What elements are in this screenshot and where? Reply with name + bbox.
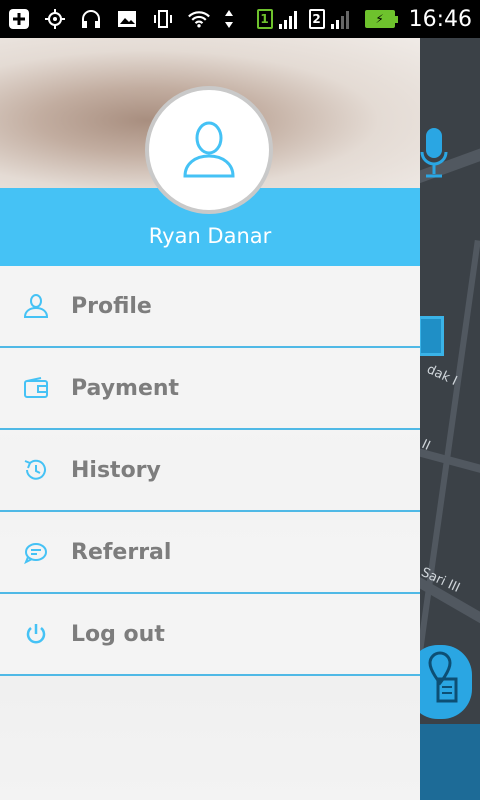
referral-icon: [22, 538, 50, 566]
menu-item-label: Log out: [71, 621, 165, 647]
sim1-badge: 1: [256, 9, 273, 29]
menu-item-payment[interactable]: Payment: [0, 348, 420, 430]
power-icon: [22, 620, 50, 648]
data-arrows-icon: [224, 8, 234, 30]
menu-item-label: Payment: [71, 375, 180, 401]
map-marker-square[interactable]: [418, 316, 444, 356]
drawer-menu: Profile Payment History Referral Log out: [0, 266, 420, 676]
microphone-icon[interactable]: [420, 128, 450, 184]
menu-item-label: History: [71, 457, 161, 483]
sim2-badge: 2: [308, 9, 325, 29]
wifi-icon: [188, 8, 210, 30]
menu-item-history[interactable]: History: [0, 430, 420, 512]
image-icon: [116, 8, 138, 30]
gps-icon: [44, 8, 66, 30]
menu-item-referral[interactable]: Referral: [0, 512, 420, 594]
headset-icon: [80, 8, 102, 30]
history-clock-icon: [22, 456, 50, 484]
wallet-icon: [22, 374, 50, 402]
battery-charging-icon: ⚡: [364, 10, 398, 28]
menu-item-logout[interactable]: Log out: [0, 594, 420, 676]
map-bottom-bar: [420, 724, 480, 800]
avatar[interactable]: [145, 86, 273, 214]
map-street-label: dak I: [424, 362, 460, 389]
navigation-drawer: Ryan Danar Profile Payment History Refer…: [0, 38, 420, 800]
user-name: Ryan Danar: [148, 224, 272, 248]
menu-item-profile[interactable]: Profile: [0, 266, 420, 348]
clock: 16:46: [408, 6, 472, 32]
user-avatar-icon: [183, 121, 235, 178]
menu-item-label: Referral: [71, 539, 172, 565]
vibrate-icon: [152, 8, 174, 30]
menu-item-label: Profile: [71, 293, 152, 319]
signal-1-icon: [278, 9, 297, 29]
status-bar: 1 2 ⚡ 16:46: [0, 0, 480, 38]
signal-2-icon: [330, 9, 349, 29]
plus-notification-icon: [8, 8, 30, 30]
person-icon: [22, 292, 50, 320]
